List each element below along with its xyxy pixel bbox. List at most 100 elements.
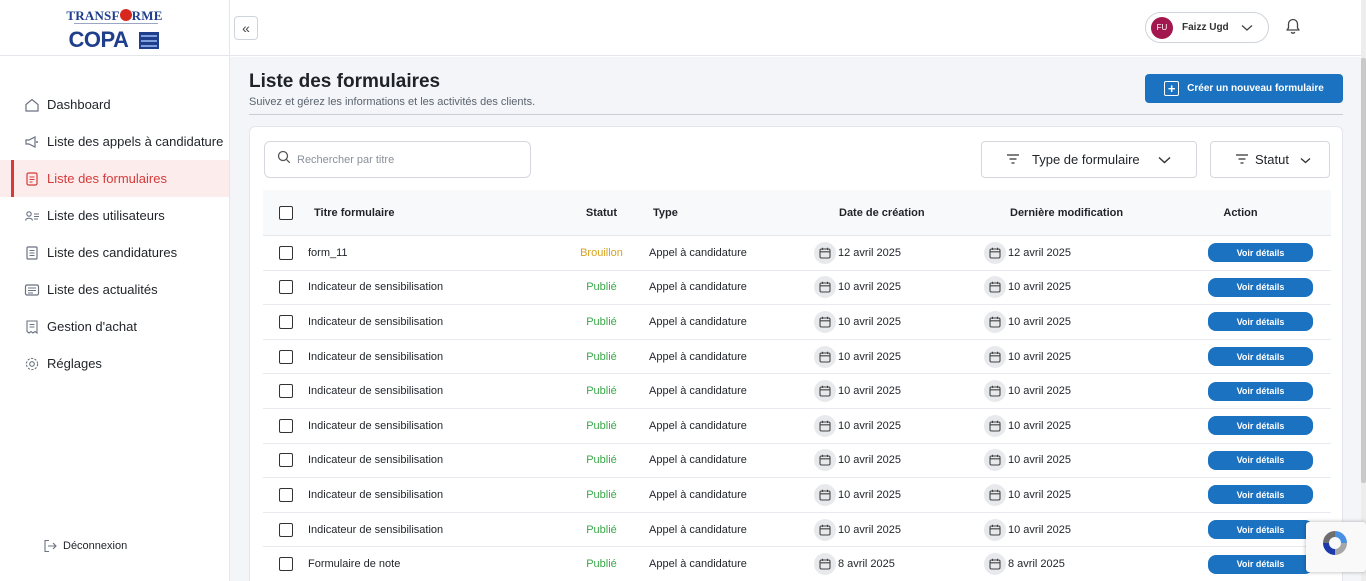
search-field[interactable] — [264, 141, 531, 178]
calendar-icon — [984, 380, 1006, 403]
cell-type: Appel à candidature — [649, 419, 747, 432]
double-chevron-left-icon: « — [242, 20, 250, 36]
view-details-button[interactable]: Voir détails — [1208, 554, 1313, 574]
cell-type: Appel à candidature — [649, 385, 747, 398]
logo-text-top: TRANSF — [66, 7, 120, 23]
sidebar-item-calls[interactable]: Liste des appels à candidature — [0, 123, 229, 160]
calendar-icon — [984, 241, 1006, 264]
sidebar-item-news[interactable]: Liste des actualités — [0, 271, 229, 308]
calendar-icon — [814, 449, 836, 472]
sidebar-item-users[interactable]: Liste des utilisateurs — [0, 197, 229, 234]
main-content: Liste des formulaires Suivez et gérez le… — [230, 57, 1361, 581]
sidebar-item-purchases[interactable]: Gestion d'achat — [0, 308, 229, 345]
row-checkbox[interactable] — [278, 418, 293, 433]
sidebar-item-forms[interactable]: Liste des formulaires — [0, 160, 229, 197]
row-checkbox[interactable] — [278, 487, 293, 502]
header-modified[interactable]: Dernière modification — [984, 207, 1184, 219]
view-details-button[interactable]: Voir détails — [1208, 312, 1313, 332]
gear-icon — [24, 356, 40, 372]
calendar-icon — [984, 345, 1006, 368]
logo-text-main: COPA — [68, 26, 129, 52]
cell-title: Indicateur de sensibilisation — [308, 523, 444, 536]
row-checkbox[interactable] — [278, 384, 293, 399]
row-checkbox[interactable] — [278, 349, 293, 364]
megaphone-icon — [24, 134, 40, 150]
view-details-button[interactable]: Voir détails — [1208, 450, 1313, 470]
view-details-button[interactable]: Voir détails — [1208, 277, 1313, 297]
recaptcha-badge[interactable] — [1306, 522, 1366, 572]
row-checkbox[interactable] — [278, 453, 293, 468]
header-type[interactable]: Type — [649, 207, 814, 219]
filter-icon — [1006, 152, 1020, 167]
select-all-checkbox[interactable] — [278, 205, 293, 220]
cell-created: 10 avril 2025 — [838, 454, 901, 467]
user-menu[interactable]: FU Faizz Ugd — [1145, 12, 1269, 43]
sidebar-item-label: Gestion d'achat — [47, 319, 137, 334]
cell-type: Appel à candidature — [649, 350, 747, 363]
table-row: Indicateur de sensibilisation Publié Appel… — [263, 340, 1331, 375]
news-icon — [24, 282, 40, 298]
page-scrollbar[interactable] — [1361, 0, 1366, 581]
sidebar-item-dashboard[interactable]: Dashboard — [0, 86, 229, 123]
calendar-icon — [814, 518, 836, 541]
cell-type: Appel à candidature — [649, 523, 747, 536]
row-checkbox[interactable] — [278, 280, 293, 295]
cell-title: Formulaire de note — [308, 558, 401, 571]
cell-modified: 10 avril 2025 — [1008, 281, 1071, 294]
sidebar-item-label: Liste des candidatures — [47, 245, 178, 260]
top-header: « FU Faizz Ugd — [230, 0, 1361, 56]
view-details-button[interactable]: Voir détails — [1208, 381, 1313, 401]
logout-icon — [42, 538, 58, 554]
table-row: Indicateur de sensibilisation Publié Appel… — [263, 513, 1331, 548]
table-row: Indicateur de sensibilisation Publié Appel… — [263, 271, 1331, 306]
header-created[interactable]: Date de création — [814, 207, 984, 219]
table-row: Formulaire de note Publié Appel à candidat… — [263, 547, 1331, 581]
cell-modified: 10 avril 2025 — [1008, 385, 1071, 398]
status-badge: Publié — [586, 419, 617, 432]
view-details-button[interactable]: Voir détails — [1208, 416, 1313, 436]
sidebar-item-settings[interactable]: Réglages — [0, 345, 229, 382]
cell-created: 8 avril 2025 — [838, 558, 895, 571]
type-filter-dropdown[interactable]: Type de formulaire — [981, 141, 1197, 178]
sidebar-item-label: Liste des appels à candidature — [47, 134, 224, 149]
sidebar-item-label: Dashboard — [47, 97, 111, 112]
logout-button[interactable]: Déconnexion — [42, 538, 127, 554]
calendar-icon — [984, 414, 1006, 437]
bell-icon[interactable] — [1282, 15, 1304, 37]
view-details-button[interactable]: Voir détails — [1208, 520, 1313, 540]
cell-type: Appel à candidature — [649, 454, 747, 467]
view-details-button[interactable]: Voir détails — [1208, 243, 1313, 263]
row-checkbox[interactable] — [278, 314, 293, 329]
view-details-button[interactable]: Voir détails — [1208, 485, 1313, 505]
transforme-copa-logo: TRANSF RME COPA — [66, 7, 164, 52]
scrollbar-thumb[interactable] — [1361, 58, 1366, 483]
row-checkbox[interactable] — [278, 522, 293, 537]
status-badge: Publié — [586, 281, 617, 294]
header-status[interactable]: Statut — [554, 207, 649, 219]
status-filter-dropdown[interactable]: Statut — [1210, 141, 1330, 178]
collapse-sidebar-button[interactable]: « — [234, 16, 258, 40]
cell-modified: 10 avril 2025 — [1008, 350, 1071, 363]
status-badge: Publié — [586, 523, 617, 536]
search-input[interactable] — [297, 153, 517, 166]
create-form-button[interactable]: + Créer un nouveau formulaire — [1145, 74, 1343, 103]
title-divider — [249, 114, 1343, 115]
calendar-icon — [814, 553, 836, 576]
calendar-icon — [984, 310, 1006, 333]
avatar: FU — [1151, 16, 1173, 39]
header-title[interactable]: Titre formulaire — [308, 207, 554, 219]
calendar-icon — [814, 310, 836, 333]
home-icon — [24, 97, 40, 113]
brand-logo[interactable]: TRANSF RME COPA — [0, 0, 229, 56]
view-details-button[interactable]: Voir détails — [1208, 347, 1313, 367]
calendar-icon — [814, 241, 836, 264]
cell-type: Appel à candidature — [649, 246, 747, 259]
logo-text-top-end: RME — [131, 7, 163, 23]
sidebar-item-applications[interactable]: Liste des candidatures — [0, 234, 229, 271]
cell-title: Indicateur de sensibilisation — [308, 281, 444, 294]
row-checkbox[interactable] — [278, 245, 293, 260]
sidebar-item-label: Liste des actualités — [47, 282, 158, 297]
header-action: Action — [1223, 206, 1258, 219]
sidebar-item-label: Liste des formulaires — [47, 171, 167, 186]
row-checkbox[interactable] — [278, 557, 293, 572]
